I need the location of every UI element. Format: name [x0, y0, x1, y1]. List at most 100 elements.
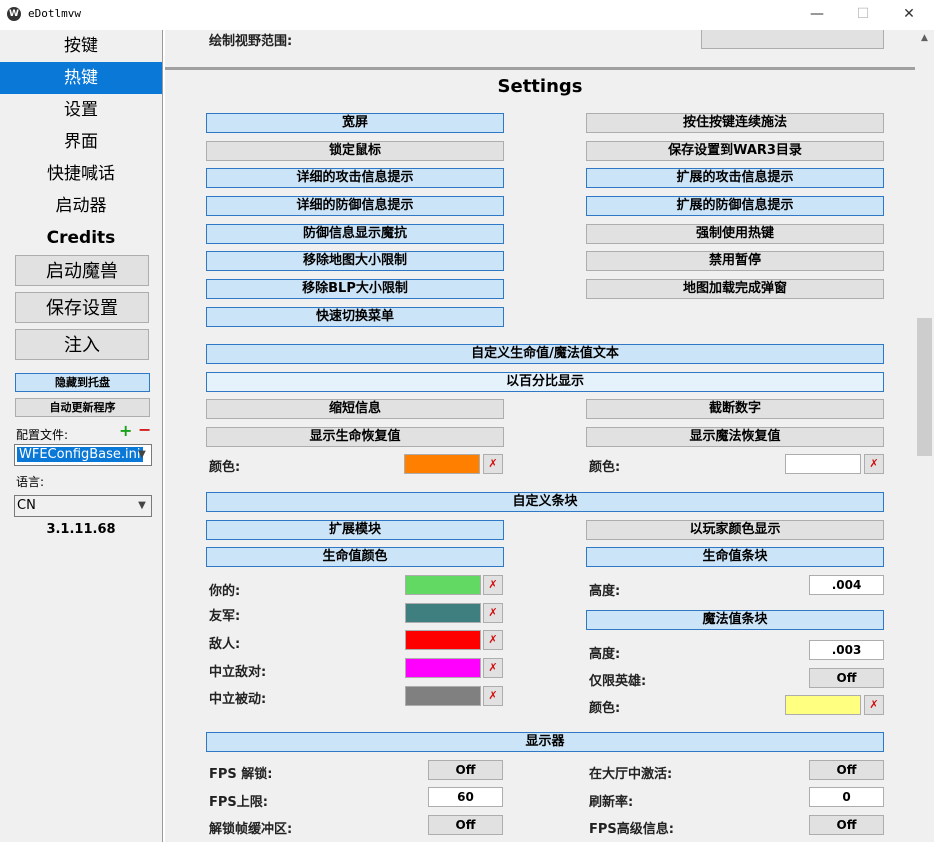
extended-defense-tooltip-toggle[interactable]: 扩展的防御信息提示	[586, 196, 884, 216]
maximize-button[interactable]: ☐	[840, 0, 886, 30]
hp-color-label-allies: 友军:	[209, 605, 240, 624]
reset-color-icon[interactable]: ✗	[483, 658, 503, 678]
reset-color-icon[interactable]: ✗	[864, 454, 884, 474]
percent-display-toggle[interactable]: 以百分比显示	[206, 372, 884, 392]
close-button[interactable]: ✕	[886, 0, 932, 30]
remove-blp-size-limit-toggle[interactable]: 移除BLP大小限制	[206, 279, 504, 299]
hp-color-header[interactable]: 生命值颜色	[206, 547, 504, 567]
heroes-only-toggle[interactable]: Off	[809, 668, 884, 688]
hp-color-swatch-enemies[interactable]	[405, 630, 481, 650]
refresh-rate-label: 刷新率:	[589, 791, 633, 810]
window-title: eDotlmvw	[28, 7, 81, 20]
chevron-down-icon: ▼	[133, 445, 151, 465]
nav-settings[interactable]: 设置	[0, 94, 162, 126]
hp-color-label-enemies: 敌人:	[209, 633, 240, 652]
hp-color-label-neutral-hostile: 中立敌对:	[209, 661, 266, 680]
fps-limit-field[interactable]: 60	[428, 787, 503, 807]
inject-button[interactable]: 注入	[15, 329, 149, 360]
config-file-value: WFEConfigBase.ini	[17, 447, 143, 462]
config-file-label: 配置文件:	[16, 426, 68, 443]
language-select[interactable]: CN ▼	[14, 495, 152, 517]
reset-color-icon[interactable]: ✗	[483, 575, 503, 595]
heroes-only-label: 仅限英雄:	[589, 670, 646, 689]
version-text: 3.1.11.68	[0, 522, 162, 537]
save-to-war3-dir-toggle[interactable]: 保存设置到WAR3目录	[586, 141, 884, 161]
show-mp-regen-toggle[interactable]: 显示魔法恢复值	[586, 427, 884, 447]
hp-color-swatch-allies[interactable]	[405, 603, 481, 623]
scroll-up-icon[interactable]: ▲	[915, 30, 934, 47]
title-bar: W eDotlmvw — ☐ ✕	[0, 0, 934, 30]
hide-to-tray-button[interactable]: 隐藏到托盘	[15, 373, 150, 392]
save-settings-button[interactable]: 保存设置	[15, 292, 149, 323]
reset-color-icon[interactable]: ✗	[483, 603, 503, 623]
reset-color-icon[interactable]: ✗	[864, 695, 884, 715]
fps-advanced-label: FPS高级信息:	[589, 818, 674, 837]
map-loaded-popup-toggle[interactable]: 地图加载完成弹窗	[586, 279, 884, 299]
add-config-icon[interactable]: +	[119, 421, 132, 440]
extended-module-toggle[interactable]: 扩展模块	[206, 520, 504, 540]
mp-bar-color-swatch[interactable]	[785, 695, 861, 715]
widescreen-toggle[interactable]: 宽屏	[206, 113, 504, 133]
lobby-activate-toggle[interactable]: Off	[809, 760, 884, 780]
draw-vision-range-field[interactable]	[701, 30, 884, 49]
player-color-toggle[interactable]: 以玩家颜色显示	[586, 520, 884, 540]
launch-warcraft-button[interactable]: 启动魔兽	[15, 255, 149, 286]
detailed-defense-tooltip-toggle[interactable]: 详细的防御信息提示	[206, 196, 504, 216]
lock-mouse-toggle[interactable]: 锁定鼠标	[206, 141, 504, 161]
unlock-buffer-toggle[interactable]: Off	[428, 815, 503, 835]
display-header[interactable]: 显示器	[206, 732, 884, 752]
hp-text-color-label: 颜色:	[209, 456, 240, 475]
config-file-select[interactable]: WFEConfigBase.ini ▼	[14, 444, 152, 466]
scrollbar-thumb[interactable]	[917, 318, 932, 456]
mp-text-color-swatch[interactable]	[785, 454, 861, 474]
quick-menu-switch-toggle[interactable]: 快速切换菜单	[206, 307, 504, 327]
hp-color-label-yours: 你的:	[209, 580, 240, 599]
lobby-activate-label: 在大厅中激活:	[589, 763, 672, 782]
nav-credits[interactable]: Credits	[0, 222, 162, 254]
chevron-down-icon: ▼	[133, 496, 151, 516]
app-icon: W	[7, 7, 21, 21]
fps-advanced-toggle[interactable]: Off	[809, 815, 884, 835]
refresh-rate-field[interactable]: 0	[809, 787, 884, 807]
hp-bar-header[interactable]: 生命值条块	[586, 547, 884, 567]
short-info-toggle[interactable]: 缩短信息	[206, 399, 504, 419]
mp-bar-header[interactable]: 魔法值条块	[586, 610, 884, 630]
reset-color-icon[interactable]: ✗	[483, 630, 503, 650]
disable-pause-toggle[interactable]: 禁用暂停	[586, 251, 884, 271]
hp-color-swatch-neutral-passive[interactable]	[405, 686, 481, 706]
minimize-button[interactable]: —	[794, 0, 840, 30]
show-hp-regen-toggle[interactable]: 显示生命恢复值	[206, 427, 504, 447]
detailed-attack-tooltip-toggle[interactable]: 详细的攻击信息提示	[206, 168, 504, 188]
defense-magic-resist-toggle[interactable]: 防御信息显示魔抗	[206, 224, 504, 244]
extended-attack-tooltip-toggle[interactable]: 扩展的攻击信息提示	[586, 168, 884, 188]
nav-keys[interactable]: 按键	[0, 30, 162, 62]
nav-interface[interactable]: 界面	[0, 126, 162, 158]
fps-unlock-toggle[interactable]: Off	[428, 760, 503, 780]
language-label: 语言:	[16, 473, 44, 490]
mp-bar-height-field[interactable]: .003	[809, 640, 884, 660]
force-hotkeys-toggle[interactable]: 强制使用热键	[586, 224, 884, 244]
auto-update-button[interactable]: 自动更新程序	[15, 398, 150, 417]
remove-config-icon[interactable]: −	[138, 420, 151, 439]
unlock-buffer-label: 解锁帧缓冲区:	[209, 818, 292, 837]
fps-limit-label: FPS上限:	[209, 791, 268, 810]
nav-launcher[interactable]: 启动器	[0, 190, 162, 222]
hp-bar-height-field[interactable]: .004	[809, 575, 884, 595]
nav-quick-chat[interactable]: 快捷喊话	[0, 158, 162, 190]
mp-text-color-label: 颜色:	[589, 456, 620, 475]
custom-hp-mp-text-toggle[interactable]: 自定义生命值/魔法值文本	[206, 344, 884, 364]
hp-color-swatch-yours[interactable]	[405, 575, 481, 595]
truncate-numbers-toggle[interactable]: 截断数字	[586, 399, 884, 419]
hold-key-cast-toggle[interactable]: 按住按键连续施法	[586, 113, 884, 133]
reset-color-icon[interactable]: ✗	[483, 454, 503, 474]
reset-color-icon[interactable]: ✗	[483, 686, 503, 706]
settings-heading: Settings	[165, 76, 915, 97]
hp-color-label-neutral-passive: 中立被动:	[209, 688, 266, 707]
hp-color-swatch-neutral-hostile[interactable]	[405, 658, 481, 678]
remove-map-size-limit-toggle[interactable]: 移除地图大小限制	[206, 251, 504, 271]
vertical-scrollbar[interactable]: ▲	[915, 30, 934, 842]
mp-bar-height-label: 高度:	[589, 643, 620, 662]
nav-hotkeys[interactable]: 热键	[0, 62, 162, 94]
custom-bars-toggle[interactable]: 自定义条块	[206, 492, 884, 512]
hp-text-color-swatch[interactable]	[404, 454, 480, 474]
